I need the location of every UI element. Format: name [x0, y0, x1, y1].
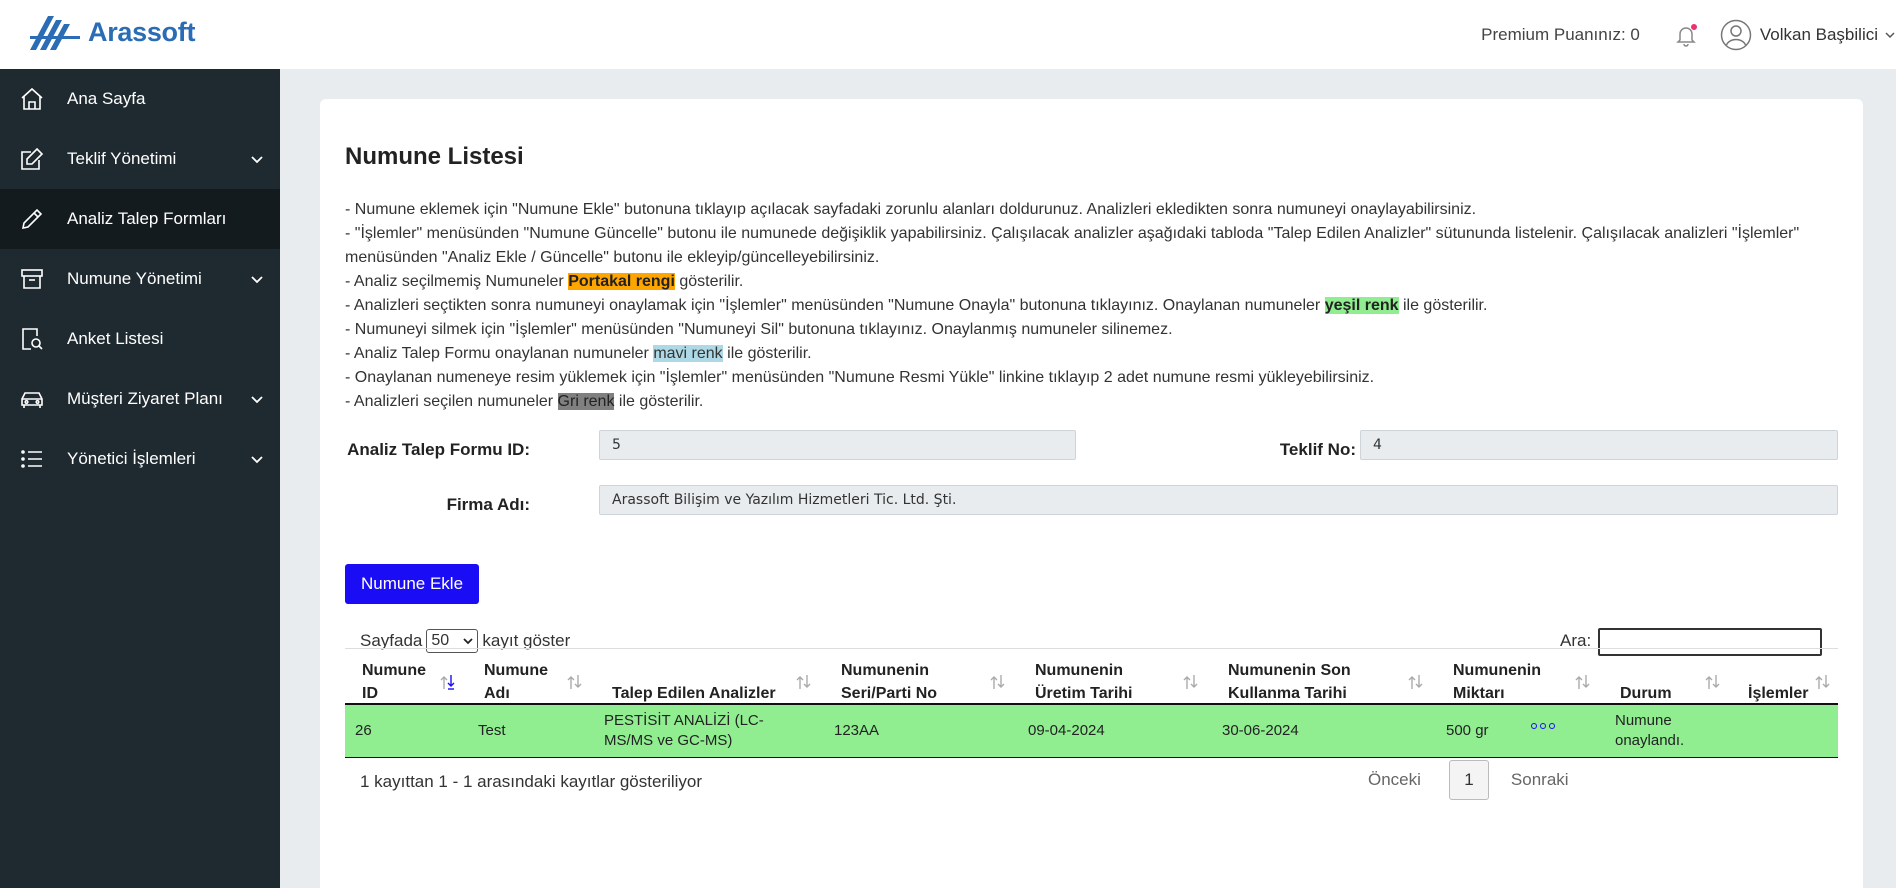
- instruction-line: - Analiz Talep Formu onaylanan numuneler…: [345, 345, 812, 362]
- table-row[interactable]: 26 Test PESTİSİT ANALİZİ (LC-MS/MS ve GC…: [345, 705, 1838, 758]
- form-id-label: Analiz Talep Formu ID:: [347, 440, 530, 459]
- sidebar-item-yonetici-islemleri[interactable]: Yönetici İşlemleri: [0, 429, 280, 489]
- brand-name: Arassoft: [88, 16, 196, 47]
- chevron-down-icon: [1885, 31, 1895, 38]
- cell-amount: 500 gr: [1446, 722, 1489, 739]
- instructions: - Numune eklemek için "Numune Ekle" buto…: [345, 198, 1835, 414]
- col-header-expiry[interactable]: Numunenin Son Kullanma Tarihi: [1228, 659, 1368, 705]
- sidebar-item-label: Anket Listesi: [67, 329, 164, 348]
- sidebar-item-label: Teklif Yönetimi: [67, 149, 177, 168]
- sidebar-item-label: Müşteri Ziyaret Planı: [67, 389, 223, 408]
- cell-batch: 123AA: [834, 722, 880, 739]
- sidebar-item-analiz-talep-formlari[interactable]: Analiz Talep Formları: [0, 189, 280, 249]
- home-icon: [19, 86, 45, 112]
- col-header-id[interactable]: Numune ID: [362, 659, 432, 705]
- sort-icon[interactable]: [1408, 671, 1424, 691]
- sort-icon[interactable]: [1183, 671, 1199, 691]
- form-id-field: 5: [599, 430, 1076, 460]
- chevron-down-icon: [251, 156, 263, 164]
- col-header-batch[interactable]: Numunenin Seri/Parti No: [841, 659, 971, 705]
- chevron-down-icon: [251, 396, 263, 404]
- company-label: Firma Adı:: [446, 495, 530, 514]
- list-icon: [19, 446, 45, 472]
- sort-icon[interactable]: [567, 671, 583, 691]
- cell-expiry-date: 30-06-2024: [1222, 722, 1299, 739]
- offer-no-field: 4: [1360, 430, 1838, 460]
- sidebar-item-label: Ana Sayfa: [67, 89, 146, 108]
- sort-icon[interactable]: [1815, 671, 1831, 691]
- cell-id: 26: [355, 722, 372, 739]
- archive-icon: [19, 266, 45, 292]
- top-bar: Arassoft Premium Puanınız: 0 Volkan Başb…: [0, 0, 1896, 69]
- sidebar-item-label: Numune Yönetimi: [67, 269, 202, 288]
- user-menu[interactable]: Volkan Başbilici: [1720, 19, 1896, 51]
- arassoft-logo-icon: [30, 16, 80, 50]
- page-title: Numune Listesi: [345, 143, 524, 170]
- col-header-production[interactable]: Numunenin Üretim Tarihi: [1035, 659, 1175, 705]
- sidebar-item-teklif-yonetimi[interactable]: Teklif Yönetimi: [0, 129, 280, 189]
- sort-icon[interactable]: [990, 671, 1006, 691]
- main-card: Numune Listesi - Numune eklemek için "Nu…: [320, 99, 1863, 888]
- sidebar-item-label: Yönetici İşlemleri: [67, 449, 196, 468]
- grey-highlight: Gri renk: [557, 393, 615, 410]
- col-header-amount[interactable]: Numunenin Miktarı: [1453, 659, 1563, 705]
- col-header-actions: İşlemler: [1748, 685, 1809, 702]
- col-header-analyses[interactable]: Talep Edilen Analizler: [612, 682, 802, 705]
- instruction-line: - "İşlemler" menüsünden "Numune Güncelle…: [345, 225, 1800, 266]
- cell-analyses: PESTİSİT ANALİZİ (LC-MS/MS ve GC-MS): [604, 712, 764, 749]
- offer-no-label: Teklif No:: [1279, 440, 1356, 459]
- sidebar-item-label: Analiz Talep Formları: [67, 209, 227, 228]
- instruction-line: - Analizleri seçtikten sonra numuneyi on…: [345, 297, 1488, 314]
- instruction-line: - Onaylanan numeneye resim yüklemek için…: [345, 369, 1375, 386]
- sort-desc-active-icon[interactable]: [440, 671, 456, 691]
- edit-icon: [19, 146, 45, 172]
- top-right-area: Premium Puanınız: 0 Volkan Başbilici: [1481, 0, 1896, 69]
- premium-points: Premium Puanınız: 0: [1481, 24, 1640, 44]
- chevron-down-icon: [251, 276, 263, 284]
- sidebar-item-ana-sayfa[interactable]: Ana Sayfa: [0, 69, 280, 129]
- add-sample-button[interactable]: Numune Ekle: [345, 564, 479, 604]
- company-field: Arassoft Bilişim ve Yazılım Hizmetleri T…: [599, 485, 1838, 515]
- table-info: 1 kayıttan 1 - 1 arasındaki kayıtlar gös…: [360, 772, 703, 791]
- instruction-line: - Numuneyi silmek için "İşlemler" menüsü…: [345, 321, 1173, 338]
- col-header-status[interactable]: Durum: [1620, 682, 1690, 705]
- sort-icon[interactable]: [796, 671, 812, 691]
- instruction-line: - Analiz seçilmemiş Numuneler Portakal r…: [345, 273, 744, 290]
- page-number-button[interactable]: 1: [1448, 760, 1489, 800]
- prev-page-button[interactable]: Önceki: [1368, 770, 1421, 790]
- more-actions-icon[interactable]: [1531, 723, 1555, 729]
- chevron-down-icon: [251, 456, 263, 464]
- user-name: Volkan Başbilici: [1759, 24, 1878, 44]
- orange-highlight: Portakal rengi: [568, 273, 675, 290]
- pagination: Önceki 1 Sonraki: [1368, 760, 1569, 800]
- blue-highlight: mavi renk: [653, 345, 723, 362]
- instruction-line: - Analizleri seçilen numuneler Gri renk …: [345, 393, 704, 410]
- notification-dot: [1690, 23, 1697, 30]
- sort-icon[interactable]: [1575, 671, 1591, 691]
- sidebar-item-anket-listesi[interactable]: Anket Listesi: [0, 309, 280, 369]
- table-header: Numune ID Numune Adı Talep Edilen Analiz…: [345, 648, 1838, 705]
- car-icon: [19, 386, 45, 412]
- sort-icon[interactable]: [1705, 671, 1721, 691]
- cell-status: Numune onaylandı.: [1615, 712, 1685, 749]
- survey-icon: [19, 326, 45, 352]
- chevron-down-icon: [463, 638, 474, 645]
- pencil-icon: [19, 206, 45, 232]
- cell-production-date: 09-04-2024: [1028, 722, 1105, 739]
- notification-bell-icon[interactable]: [1674, 23, 1698, 47]
- sidebar-item-musteri-ziyaret-plani[interactable]: Müşteri Ziyaret Planı: [0, 369, 280, 429]
- green-highlight: yeşil renk: [1324, 297, 1399, 314]
- col-header-name[interactable]: Numune Adı: [484, 659, 564, 705]
- instruction-line: - Numune eklemek için "Numune Ekle" buto…: [345, 201, 1477, 218]
- logo[interactable]: Arassoft: [28, 12, 195, 52]
- sidebar-item-numune-yonetimi[interactable]: Numune Yönetimi: [0, 249, 280, 309]
- avatar-icon: [1720, 19, 1752, 50]
- sidebar: Ana Sayfa Teklif Yönetimi Analiz Talep F…: [0, 69, 280, 888]
- cell-name: Test: [478, 722, 506, 739]
- next-page-button[interactable]: Sonraki: [1511, 770, 1569, 790]
